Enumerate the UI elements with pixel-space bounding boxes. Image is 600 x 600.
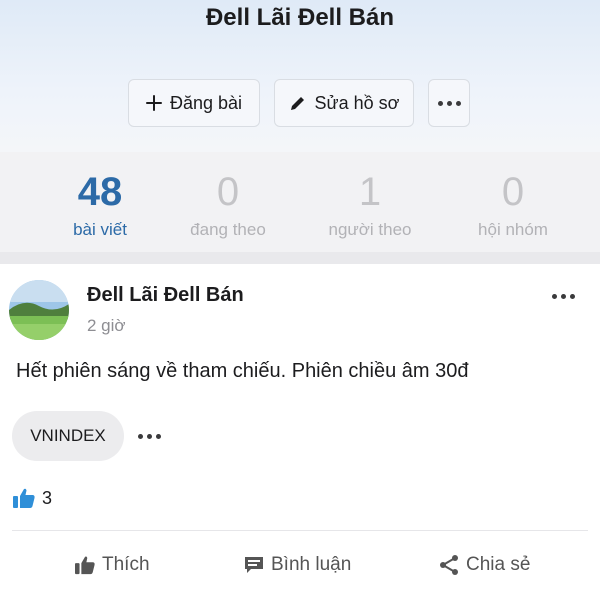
more-horizontal-icon <box>548 286 578 306</box>
tag-more-button[interactable] <box>135 426 163 446</box>
post-card: Đell Lãi Đell Bán 2 giờ Hết phiên sáng v… <box>0 264 600 600</box>
like-count-value: 3 <box>42 487 53 508</box>
stat-value: 1 <box>358 170 382 214</box>
more-horizontal-icon <box>135 426 163 446</box>
comment-icon <box>245 557 263 573</box>
stat-label: đang theo <box>190 220 266 239</box>
post-text: Hết phiên sáng về tham chiếu. Phiên chiề… <box>16 360 469 382</box>
pencil-icon <box>290 97 304 110</box>
share-icon <box>440 555 458 575</box>
like-button[interactable]: Thích <box>74 554 150 576</box>
profile-actions: Đăng bài Sửa hồ sơ <box>0 79 600 129</box>
stat-value: 0 <box>216 170 240 214</box>
profile-name: Đell Lãi Đell Bán <box>205 4 395 31</box>
profile-stats: 48 bài viết 0 đang theo 1 người theo 0 h… <box>0 152 600 252</box>
stat-following[interactable]: 0 đang theo <box>153 152 303 240</box>
post-time: 2 giờ <box>87 316 126 335</box>
post-actions: Thích Bình luận Chia sẻ <box>0 554 600 594</box>
stat-value: 0 <box>501 170 525 214</box>
post-more-button[interactable] <box>548 286 578 306</box>
like-count[interactable]: 3 <box>12 487 52 509</box>
plus-icon <box>145 95 162 111</box>
profile-header: Đell Lãi Đell Bán Đăng bài Sửa hồ sơ <box>0 0 600 152</box>
edit-profile-button[interactable]: Sửa hồ sơ <box>274 79 414 127</box>
ticker-tag[interactable]: VNINDEX <box>12 411 124 461</box>
stat-label: hội nhóm <box>478 220 548 239</box>
section-divider <box>0 252 600 264</box>
edit-profile-label: Sửa hồ sơ <box>314 92 400 113</box>
create-post-button[interactable]: Đăng bài <box>128 79 260 127</box>
comment-button[interactable]: Bình luận <box>243 554 351 576</box>
stat-groups[interactable]: 0 hội nhóm <box>438 152 588 240</box>
stat-followers[interactable]: 1 người theo <box>295 152 445 240</box>
profile-more-button[interactable] <box>428 79 470 127</box>
share-button[interactable]: Chia sẻ <box>438 554 530 576</box>
create-post-label: Đăng bài <box>169 92 243 113</box>
avatar[interactable] <box>9 280 69 340</box>
thumbs-up-icon <box>75 556 95 575</box>
post-author[interactable]: Đell Lãi Đell Bán <box>87 284 244 307</box>
more-horizontal-icon <box>437 80 461 126</box>
stat-label: người theo <box>328 220 412 239</box>
like-label: Thích <box>102 554 150 575</box>
share-label: Chia sẻ <box>466 554 531 575</box>
post-divider <box>12 530 588 531</box>
thumbs-up-icon <box>13 488 35 508</box>
comment-label: Bình luận <box>271 554 352 575</box>
